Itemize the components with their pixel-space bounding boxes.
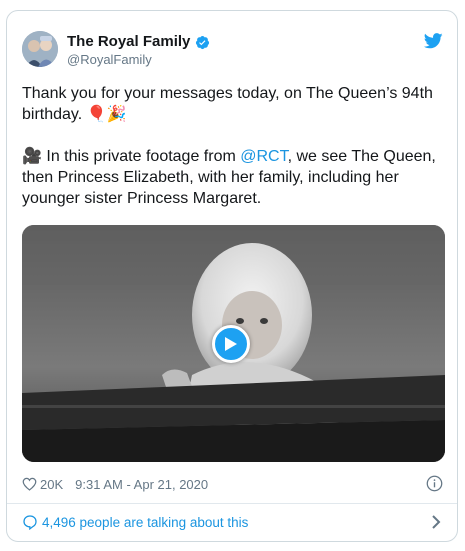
- tweet-text: Thank you for your messages today, on Th…: [22, 83, 447, 209]
- conversation-count[interactable]: 4,496 people are talking about this: [42, 515, 248, 530]
- info-icon[interactable]: [426, 475, 443, 492]
- tweet-text-line2: 🎥 In this private footage from @RCT, we …: [22, 146, 447, 209]
- tweet-text-line1: Thank you for your messages today, on Th…: [22, 85, 433, 123]
- like-count[interactable]: 20K: [40, 477, 63, 492]
- play-button[interactable]: [212, 325, 250, 363]
- divider: [7, 503, 457, 504]
- chevron-right-icon[interactable]: [431, 514, 441, 530]
- author-handle[interactable]: @RoyalFamily: [67, 52, 152, 68]
- play-icon: [225, 337, 237, 351]
- author-name[interactable]: The Royal Family: [67, 33, 190, 51]
- tweet-meta: 20K 9:31 AM - Apr 21, 2020: [22, 474, 443, 494]
- tweet-card: The Royal Family @RoyalFamily Thank you …: [6, 10, 458, 542]
- tweet-text-prefix: 🎥 In this private footage from: [22, 148, 241, 165]
- author-name-row[interactable]: The Royal Family: [67, 33, 210, 51]
- conversation-link[interactable]: 4,496 people are talking about this: [22, 511, 443, 533]
- video-thumbnail[interactable]: [22, 225, 445, 462]
- heart-icon[interactable]: [22, 477, 37, 491]
- avatar[interactable]: [22, 31, 58, 67]
- chat-bubble-icon: [23, 515, 37, 530]
- verified-badge-icon: [196, 35, 210, 49]
- twitter-bird-icon[interactable]: [424, 33, 443, 49]
- timestamp[interactable]: 9:31 AM - Apr 21, 2020: [75, 477, 208, 492]
- mention-link[interactable]: @RCT: [240, 148, 287, 165]
